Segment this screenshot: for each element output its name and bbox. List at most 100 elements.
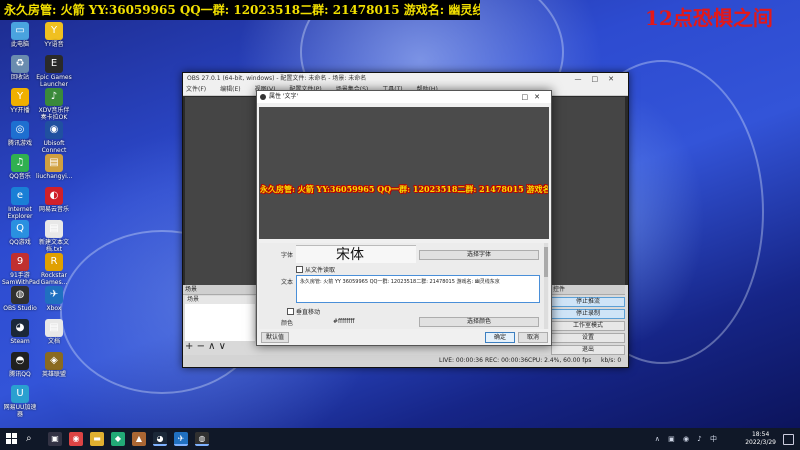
desktop-icon[interactable]: ▤ 文档 xyxy=(36,319,72,345)
app-icon[interactable]: ▲ xyxy=(132,432,146,446)
dialog-title: 属性 '文字' xyxy=(269,93,299,100)
start-tile xyxy=(12,433,17,438)
select-color-button[interactable]: 选择颜色 xyxy=(419,317,539,327)
file-icon: ▤ xyxy=(45,154,63,172)
scene-list-controls[interactable]: + − ∧ ∨ xyxy=(185,342,226,352)
desktop-icon-label: OBS Studio xyxy=(3,305,37,312)
steam-taskbar-icon[interactable]: ◕ xyxy=(153,432,167,446)
properties-scrollbar[interactable] xyxy=(544,243,548,329)
task-view-icon[interactable]: ▣ xyxy=(48,432,62,446)
cpu-usage: CPU: 2.4%, 60.00 fps xyxy=(528,357,592,364)
start-tile xyxy=(6,439,11,444)
cancel-button[interactable]: 取消 xyxy=(518,332,548,343)
desktop-icon-label: Steam xyxy=(10,338,30,345)
start-button[interactable] xyxy=(6,433,18,445)
control-button[interactable]: 工作室模式 xyxy=(551,321,625,331)
menu-item[interactable]: 编辑(E) xyxy=(220,86,240,93)
tencent-games-icon: ◎ xyxy=(11,121,29,139)
qq-music-icon: ♫ xyxy=(11,154,29,172)
desktop-icon[interactable]: ◍ OBS Studio xyxy=(2,286,38,312)
rec-time: REC: 00:00:36 xyxy=(485,357,529,364)
desktop-icon[interactable]: Y YY语音 xyxy=(36,22,72,48)
netease-music-icon: ◐ xyxy=(45,187,63,205)
from-file-label: 从文件读取 xyxy=(305,267,336,274)
chrome-icon[interactable]: ◉ xyxy=(69,432,83,446)
text-input[interactable]: 永久房管: 火箭 YY 36059965 QQ一群: 12023518二群: 2… xyxy=(296,275,540,303)
desktop-icon[interactable]: ◈ 英雄联盟 xyxy=(36,352,72,378)
desktop-icon[interactable]: ▤ 新建文本文档.txt xyxy=(36,220,72,253)
add-icon[interactable]: + xyxy=(185,341,193,352)
desktop-icon[interactable]: U 网易UU加速器 xyxy=(2,385,38,418)
folder-icon[interactable]: ▬ xyxy=(90,432,104,446)
desktop-icon-label: 网易云音乐 xyxy=(38,206,69,213)
window-controls[interactable]: —□✕ xyxy=(575,73,624,85)
scrollbar-thumb[interactable] xyxy=(544,247,548,277)
up-icon[interactable]: ∧ xyxy=(208,341,215,352)
game-launcher-icon[interactable]: ◆ xyxy=(111,432,125,446)
text-properties-dialog: 属性 '文字' □✕ 永久房管: 火箭 YY:36059965 QQ一群: 12… xyxy=(256,90,552,346)
desktop-icon-label: QQ游戏 xyxy=(9,239,31,246)
remove-icon[interactable]: − xyxy=(197,341,205,352)
control-button[interactable]: 退出 xyxy=(551,345,625,355)
from-file-checkbox[interactable] xyxy=(296,266,303,273)
desktop-icon[interactable]: ◕ Steam xyxy=(2,319,38,345)
desktop-icon[interactable]: ♪ XDV音乐伴奏卡拉OK xyxy=(36,88,72,121)
system-tray[interactable]: ∧ ▣ ◉ ♪ 中 xyxy=(655,434,720,444)
desktop-icon[interactable]: e Internet Explorer xyxy=(2,187,38,220)
select-font-button[interactable]: 选择字体 xyxy=(419,250,539,260)
desktop-icon[interactable]: E Epic Games Launcher xyxy=(36,55,72,88)
desktop-icon[interactable]: ◓ 腾讯QQ xyxy=(2,352,38,378)
control-button[interactable]: 设置 xyxy=(551,333,625,343)
rockstar-icon: R xyxy=(45,253,63,271)
defaults-button[interactable]: 默认值 xyxy=(261,332,289,343)
properties-panel: 字体 宋体 选择字体 从文件读取 文本 永久房管: 火箭 YY 36059965… xyxy=(259,243,549,329)
preview-text: 永久房管: 火箭 YY:36059965 QQ一群: 12023518二群: 2… xyxy=(260,184,548,194)
desktop-icon[interactable]: ◐ 网易云音乐 xyxy=(36,187,72,213)
scene-item[interactable]: 场景 xyxy=(185,296,255,304)
clock-date: 2022/3/29 xyxy=(745,439,776,446)
desktop-icon-label: XDV音乐伴奏卡拉OK xyxy=(38,107,70,121)
desktop-icon-label: 腾讯游戏 xyxy=(7,140,32,147)
desktop-icon[interactable]: ✈ Xbox xyxy=(36,286,72,312)
desktop-icon[interactable]: ◎ 腾讯游戏 xyxy=(2,121,38,147)
recycle-bin-icon: ♻ xyxy=(11,55,29,73)
dialog-window-controls[interactable]: □✕ xyxy=(522,91,546,103)
qq-games-icon: Q xyxy=(11,220,29,238)
control-button[interactable]: 停止推流 xyxy=(551,297,625,307)
desktop-icon-label: 文档 xyxy=(47,338,60,345)
down-icon[interactable]: ∨ xyxy=(219,341,226,352)
desktop-icon[interactable]: ▤ liuchangyi... xyxy=(36,154,72,180)
scenes-header: 场景 xyxy=(183,285,257,295)
obs-taskbar-icon[interactable]: ◍ xyxy=(195,432,209,446)
desktop-icon[interactable]: Q QQ游戏 xyxy=(2,220,38,246)
color-label: 颜色 xyxy=(281,320,294,327)
control-button[interactable]: 停止录制 xyxy=(551,309,625,319)
desktop-icon[interactable]: 9 91手游 SamWithPad xyxy=(2,253,40,286)
search-icon[interactable]: ⌕ xyxy=(26,433,32,444)
desktop-icon-label: 英雄联盟 xyxy=(41,371,66,378)
menu-item[interactable]: 文件(F) xyxy=(186,86,206,93)
desktop-icon[interactable]: ◉ Ubisoft Connect xyxy=(36,121,72,154)
taskbar-clock[interactable]: 18:54 2022/3/29 xyxy=(745,431,776,447)
clock-time: 18:54 xyxy=(751,431,770,438)
vertical-label: 垂直移动 xyxy=(296,309,321,316)
stream-overlay-title: 永久房管: 火箭 YY:36059965 QQ一群: 12023518二群: 2… xyxy=(0,0,480,20)
obs-status-bar: LIVE: 00:00:36 REC: 00:00:36 CPU: 2.4%, … xyxy=(183,355,628,367)
scene-list[interactable]: 场景 xyxy=(185,296,255,341)
desktop-icon[interactable]: ▭ 此电脑 xyxy=(2,22,38,48)
qq-icon: ◓ xyxy=(11,352,29,370)
xbox-taskbar-icon[interactable]: ✈ xyxy=(174,432,188,446)
text-label: 文本 xyxy=(281,279,294,286)
yy-icon: Y xyxy=(45,22,63,40)
desktop-icon-label: Rockstar Games... xyxy=(40,272,68,286)
notification-icon[interactable] xyxy=(783,434,794,445)
desktop-icon[interactable]: ♫ QQ音乐 xyxy=(2,154,38,180)
desktop-icon[interactable]: Y YY开播 xyxy=(2,88,38,114)
yy-live-icon: Y xyxy=(11,88,29,106)
desktop-icon-label: 网易UU加速器 xyxy=(3,404,37,418)
vertical-checkbox[interactable] xyxy=(287,308,294,315)
controls-header: 控件 xyxy=(551,285,625,295)
desktop-icon[interactable]: ♻ 回收站 xyxy=(2,55,38,81)
desktop-icon[interactable]: R Rockstar Games... xyxy=(36,253,72,286)
ok-button[interactable]: 确定 xyxy=(485,332,515,343)
